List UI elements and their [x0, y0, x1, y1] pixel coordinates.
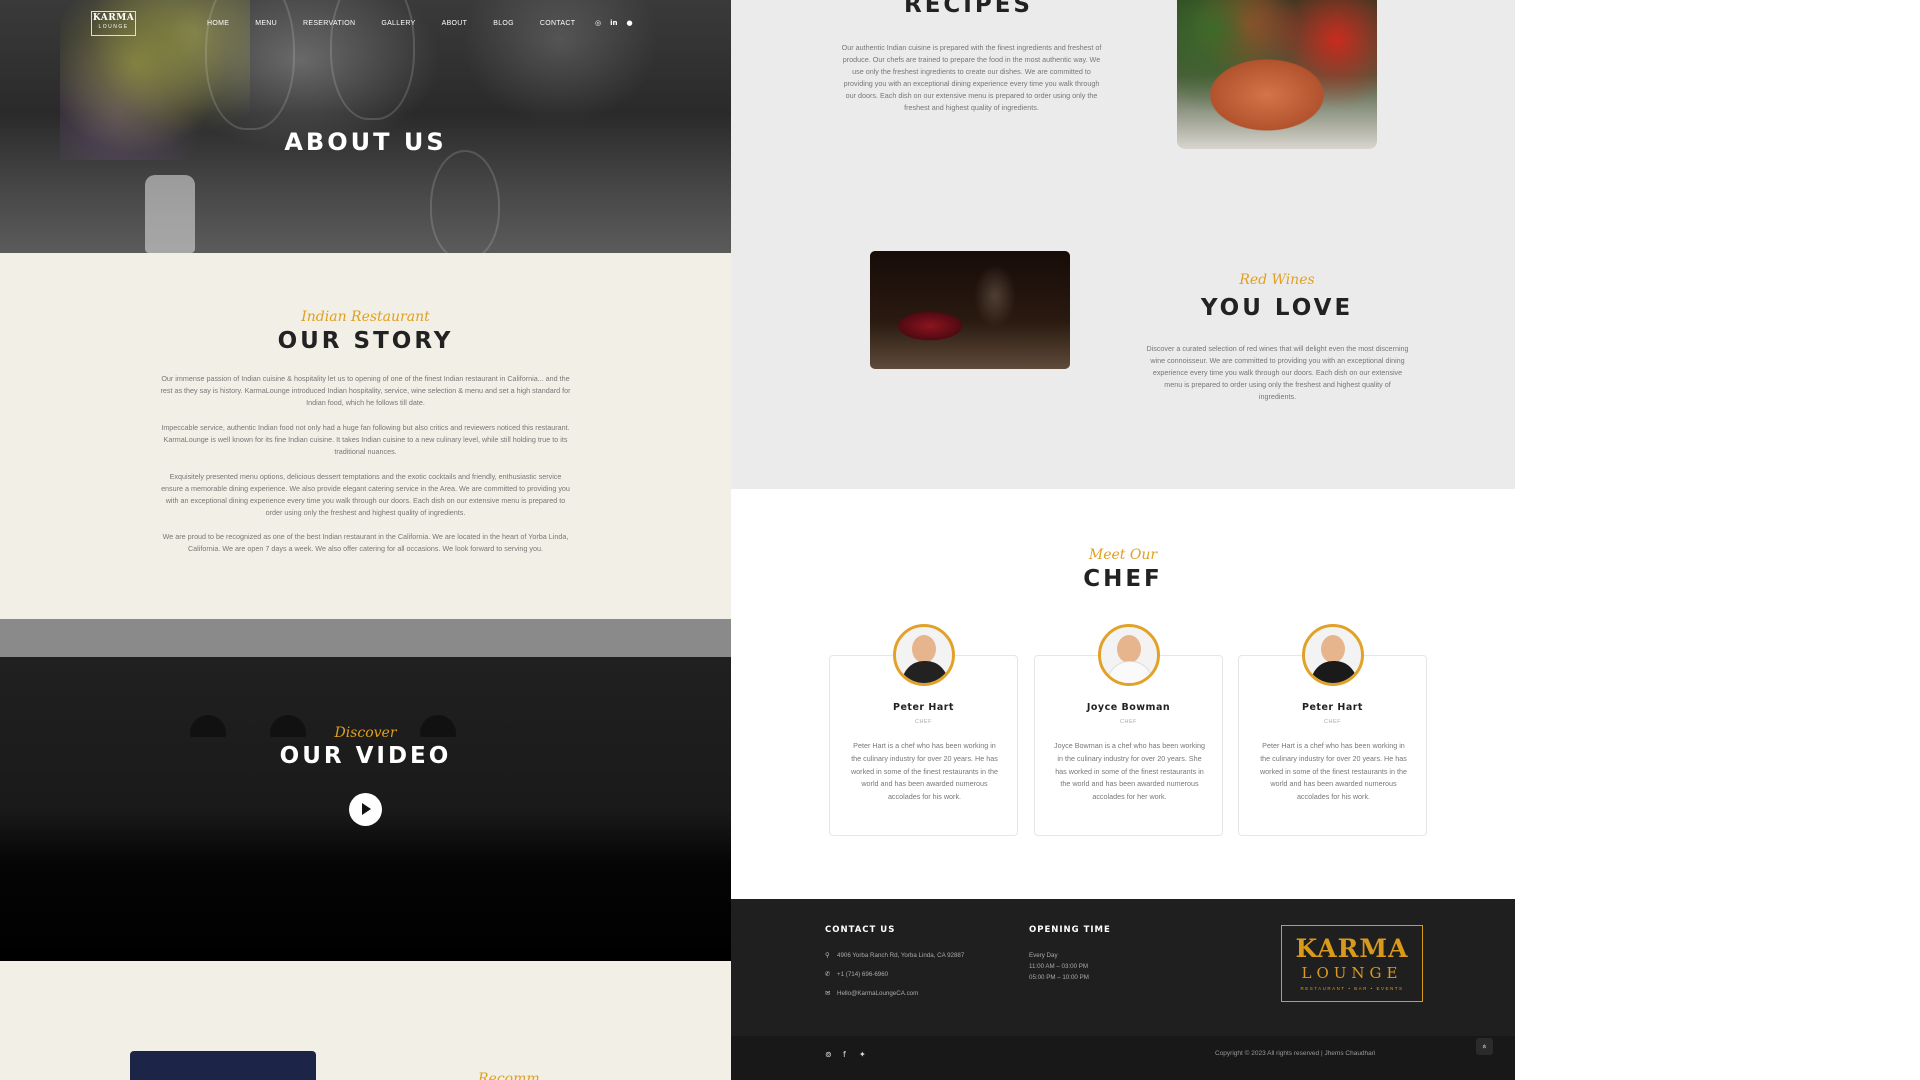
logo-subtext: LOUNGE	[98, 24, 129, 30]
our-story-section: Indian Restaurant OUR STORY Our immense …	[0, 253, 731, 619]
recipes-section: RECIPES Our authentic Indian cuisine is …	[731, 0, 1515, 489]
footer-logo-text: KARMA	[1295, 934, 1409, 963]
scroll-to-top-button[interactable]: «	[1476, 1038, 1493, 1055]
story-paragraph: We are proud to be recognized as one of …	[162, 532, 569, 553]
chef-bio: Peter Hart is a chef who has been workin…	[850, 741, 999, 802]
nav-reservation[interactable]: RESERVATION	[303, 20, 355, 30]
site-logo[interactable]: KARMA LOUNGE	[91, 11, 136, 36]
site-footer: CONTACT US ⚲ 4906 Yorba Ranch Rd, Yorba …	[731, 899, 1515, 1080]
hero-wineglass-image	[330, 0, 415, 120]
facebook-icon[interactable]: f	[843, 1050, 846, 1059]
play-button[interactable]	[349, 793, 382, 826]
chef-avatar	[893, 624, 955, 686]
empty-canvas-area	[1515, 0, 1920, 1080]
footer-bottom-bar: ⊚ f ✦ Copyright © 2023 All rights reserv…	[731, 1036, 1515, 1080]
video-title: OUR VIDEO	[279, 743, 452, 769]
story-paragraph: Our immense passion of Indian cuisine & …	[160, 374, 571, 407]
contact-heading: CONTACT US	[825, 925, 896, 935]
meet-our-chef-section: Meet Our CHEF Peter Hart CHEF Peter Hart…	[731, 489, 1515, 899]
chef-name: Peter Hart	[1302, 702, 1363, 713]
chef-role: CHEF	[915, 719, 932, 725]
wines-text: Discover a curated selection of red wine…	[1146, 344, 1409, 401]
chevron-up-icon: «	[1480, 1044, 1489, 1049]
play-icon	[362, 803, 371, 815]
next-section: Recomm...	[0, 961, 731, 1080]
opening-hours: 11:00 AM – 03:00 PM	[1029, 963, 1089, 970]
nav-gallery[interactable]: GALLERY	[381, 20, 415, 30]
story-paragraph: Impeccable service, authentic Indian foo…	[161, 423, 570, 456]
chef-kicker: Meet Our	[1088, 547, 1158, 563]
chef-role: CHEF	[1324, 719, 1341, 725]
left-page-column: KARMA LOUNGE HOME MENU RESERVATION GALLE…	[0, 0, 731, 1080]
red-wine-image	[870, 251, 1070, 369]
nav-contact[interactable]: CONTACT	[540, 20, 575, 30]
salmon-dish-image	[1177, 0, 1377, 149]
tripadvisor-icon[interactable]: ⊚	[825, 1050, 832, 1059]
phone-icon: ✆	[825, 970, 831, 978]
footer-logo-tagline: RESTAURANT • BAR • EVENTS	[1300, 986, 1404, 991]
github-icon[interactable]: ●	[627, 19, 633, 27]
footer-logo[interactable]: KARMA LOUNGE RESTAURANT • BAR • EVENTS	[1281, 925, 1423, 1002]
chef-card: Peter Hart CHEF Peter Hart is a chef who…	[829, 624, 1018, 836]
recipes-title: RECIPES	[904, 0, 1033, 18]
next-section-kicker: Recomm...	[478, 1071, 553, 1080]
story-title: OUR STORY	[277, 328, 454, 354]
chef-bio: Peter Hart is a chef who has been workin…	[1259, 741, 1408, 802]
chef-bio: Joyce Bowman is a chef who has been work…	[1053, 741, 1206, 802]
main-nav: HOME MENU RESERVATION GALLERY ABOUT BLOG…	[207, 20, 601, 30]
wines-title: YOU LOVE	[1200, 295, 1354, 321]
map-pin-icon: ⚲	[825, 951, 830, 959]
nav-blog[interactable]: BLOG	[493, 20, 514, 30]
promo-card-image	[130, 1051, 316, 1080]
footer-logo-subtext: LOUNGE	[1301, 964, 1403, 982]
email-icon: ✉	[825, 989, 831, 997]
footer-phone[interactable]: +1 (714) 696-6960	[837, 971, 888, 978]
footer-address: 4906 Yorba Ranch Rd, Yorba Linda, CA 928…	[837, 952, 965, 959]
story-paragraph: Exquisitely presented menu options, deli…	[161, 472, 570, 517]
opening-hours: 05:00 PM – 10:00 PM	[1029, 974, 1089, 981]
page-title: ABOUT US	[284, 128, 447, 156]
opening-heading: OPENING TIME	[1029, 925, 1111, 935]
chef-card: Joyce Bowman CHEF Joyce Bowman is a chef…	[1034, 624, 1223, 836]
recipes-text: Our authentic Indian cuisine is prepared…	[841, 43, 1102, 112]
linkedin-icon[interactable]: in	[610, 19, 617, 27]
chef-avatar	[1302, 624, 1364, 686]
logo-text: KARMA	[92, 13, 135, 23]
video-kicker: Discover	[334, 725, 397, 741]
chef-card: Peter Hart CHEF Peter Hart is a chef who…	[1238, 624, 1427, 836]
hero-vase-image	[145, 175, 195, 253]
chef-name: Joyce Bowman	[1086, 702, 1171, 713]
right-page-column: RECIPES Our authentic Indian cuisine is …	[731, 0, 1515, 1080]
footer-email[interactable]: Hello@KarmaLoungeCA.com	[837, 990, 918, 997]
twitter-icon[interactable]: ✦	[859, 1050, 866, 1059]
chef-title: CHEF	[1083, 566, 1163, 592]
our-video-section: Discover OUR VIDEO	[0, 657, 731, 961]
nav-menu[interactable]: MENU	[255, 20, 277, 30]
about-hero: KARMA LOUNGE HOME MENU RESERVATION GALLE…	[0, 0, 731, 260]
chef-name: Peter Hart	[893, 702, 954, 713]
copyright-text: Copyright © 2023 All rights reserved | J…	[1215, 1050, 1376, 1057]
section-divider-strip	[0, 619, 731, 657]
header-socials: ◎ in ●	[595, 19, 633, 27]
nav-home[interactable]: HOME	[207, 20, 229, 30]
chef-avatar	[1098, 624, 1160, 686]
hero-glass-image	[430, 150, 500, 260]
instagram-icon[interactable]: ◎	[595, 19, 601, 27]
story-kicker: Indian Restaurant	[301, 309, 430, 325]
opening-days: Every Day	[1029, 952, 1058, 959]
wines-kicker: Red Wines	[1239, 272, 1315, 288]
chef-role: CHEF	[1120, 719, 1137, 725]
nav-about[interactable]: ABOUT	[442, 20, 468, 30]
